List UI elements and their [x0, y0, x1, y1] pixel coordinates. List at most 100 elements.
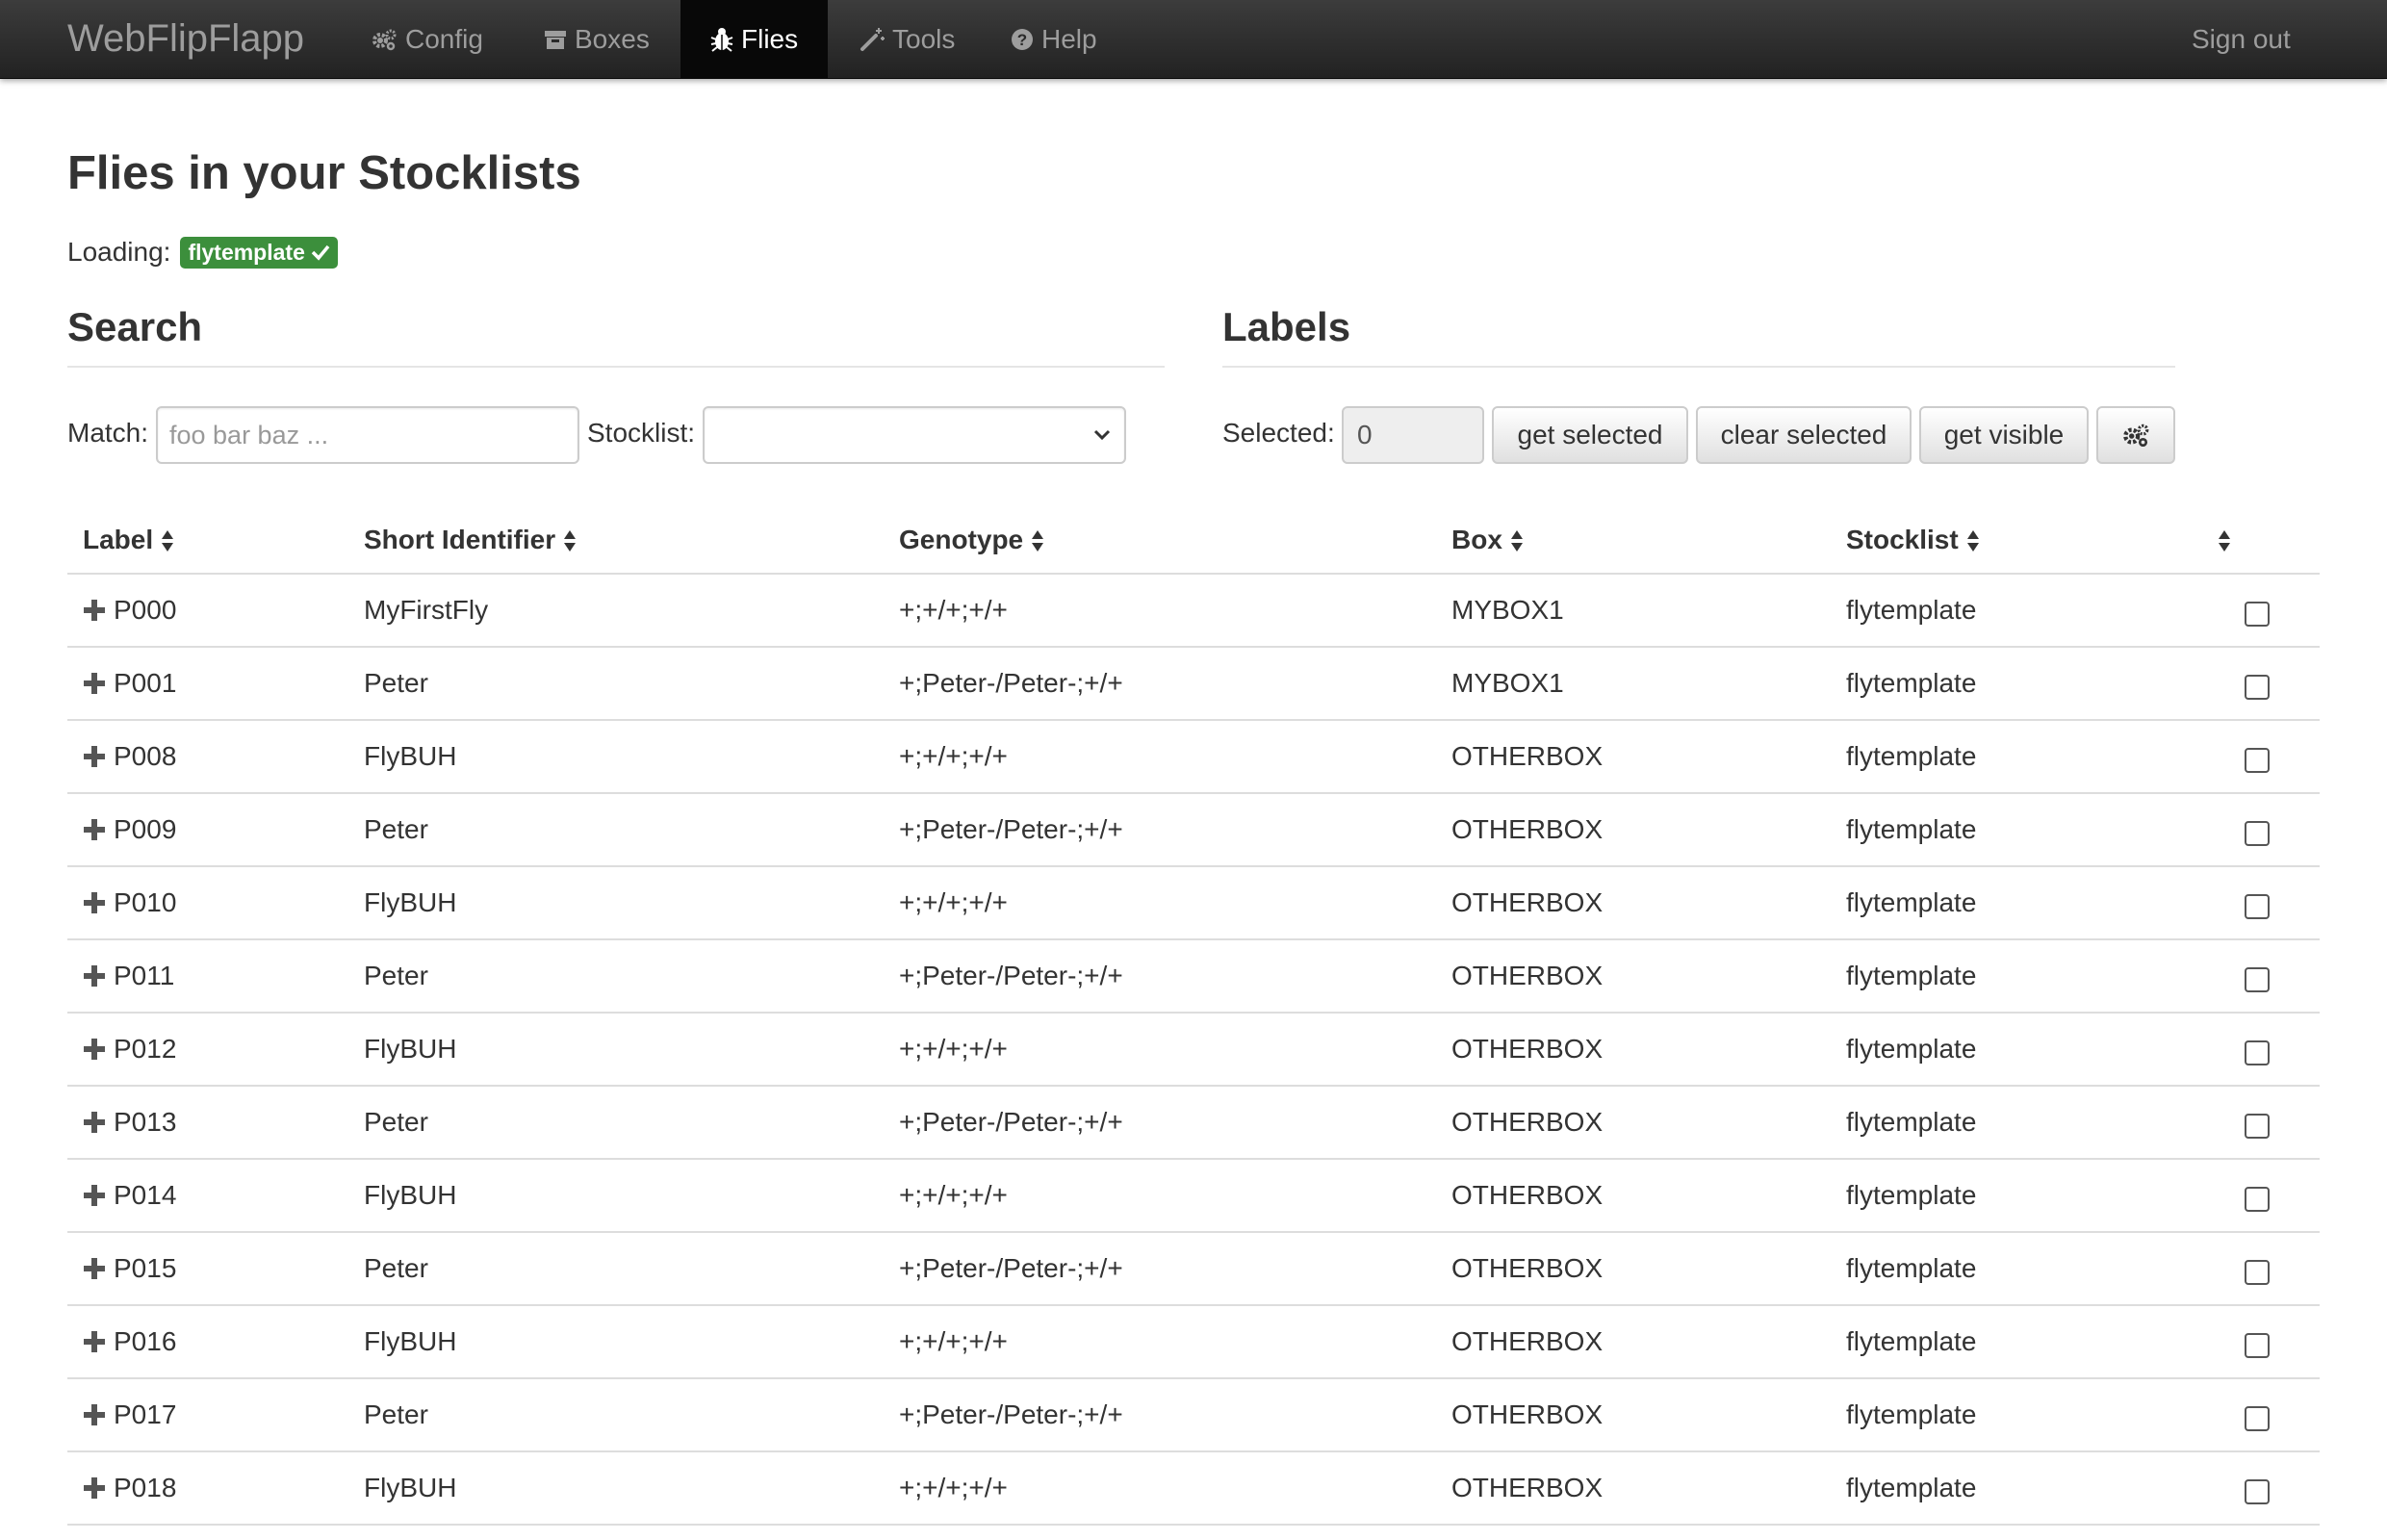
header-label[interactable]: Label — [67, 506, 348, 575]
expand-plus-icon[interactable] — [83, 1330, 106, 1353]
cell-short-identifier: Peter — [348, 939, 884, 1014]
expand-plus-icon[interactable] — [83, 745, 106, 768]
row-select-checkbox[interactable] — [2245, 893, 2270, 919]
table-row[interactable]: P018 FlyBUH +;+/+;+/+ OTHERBOX flytemplate — [67, 1451, 2320, 1526]
table-row[interactable]: P015 Peter +;Peter-/Peter-;+/+ OTHERBOX flyt… — [67, 1232, 2320, 1306]
fly-label: P014 — [114, 1180, 177, 1210]
cell-short-identifier: FlyBUH — [348, 1159, 884, 1233]
nav-config[interactable]: Config — [341, 0, 513, 79]
table-row[interactable]: P012 FlyBUH +;+/+;+/+ OTHERBOX flytemplate — [67, 1013, 2320, 1087]
nav-flies[interactable]: Flies — [680, 0, 829, 79]
row-select-checkbox[interactable] — [2245, 1040, 2270, 1065]
cell-stocklist: flytemplate — [1831, 1451, 2194, 1526]
expand-plus-icon[interactable] — [83, 1257, 106, 1280]
cell-box: OTHERBOX — [1436, 793, 1831, 867]
row-select-checkbox[interactable] — [2245, 747, 2270, 773]
cell-label: P012 — [67, 1013, 348, 1087]
cell-short-identifier: Peter — [348, 1232, 884, 1306]
table-row[interactable]: P008 FlyBUH +;+/+;+/+ OTHERBOX flytemplate — [67, 720, 2320, 794]
row-select-checkbox[interactable] — [2245, 674, 2270, 700]
sign-out-link[interactable]: Sign out — [2162, 0, 2321, 79]
label-settings-button[interactable] — [2096, 406, 2175, 464]
get-selected-button[interactable]: get selected — [1492, 406, 1688, 464]
row-select-checkbox[interactable] — [2245, 820, 2270, 846]
get-visible-button[interactable]: get visible — [1919, 406, 2089, 464]
header-genotype[interactable]: Genotype — [884, 506, 1436, 575]
cell-genotype: +;Peter-/Peter-;+/+ — [884, 793, 1436, 867]
row-select-checkbox[interactable] — [2245, 1186, 2270, 1212]
selected-count-field: 0 — [1342, 406, 1484, 464]
expand-plus-icon[interactable] — [83, 891, 106, 914]
row-select-checkbox[interactable] — [2245, 1405, 2270, 1431]
cell-box: OTHERBOX — [1436, 1451, 1831, 1526]
cell-label: P010 — [67, 866, 348, 940]
cell-box: OTHERBOX — [1436, 866, 1831, 940]
fly-label: P000 — [114, 595, 177, 625]
header-short-identifier[interactable]: Short Identifier — [348, 506, 884, 575]
expand-plus-icon[interactable] — [83, 1038, 106, 1061]
table-body: P000 MyFirstFly +;+/+;+/+ MYBOX1 flytemplate… — [67, 574, 2320, 1526]
row-select-checkbox[interactable] — [2245, 601, 2270, 627]
row-select-checkbox[interactable] — [2245, 1259, 2270, 1285]
nav-help-label: Help — [1041, 24, 1097, 54]
row-select-checkbox[interactable] — [2245, 1478, 2270, 1504]
expand-plus-icon[interactable] — [83, 1476, 106, 1500]
cell-genotype: +;Peter-/Peter-;+/+ — [884, 1378, 1436, 1452]
table-row[interactable]: P014 FlyBUH +;+/+;+/+ OTHERBOX flytemplate — [67, 1159, 2320, 1233]
header-box[interactable]: Box — [1436, 506, 1831, 575]
header-box-text: Box — [1451, 524, 1502, 554]
cell-box: MYBOX1 — [1436, 574, 1831, 648]
table-row[interactable]: P011 Peter +;Peter-/Peter-;+/+ OTHERBOX flyt… — [67, 939, 2320, 1014]
row-select-checkbox[interactable] — [2245, 966, 2270, 992]
expand-plus-icon[interactable] — [83, 818, 106, 841]
archive-icon — [545, 31, 566, 49]
header-select[interactable] — [2194, 506, 2320, 575]
cell-box: OTHERBOX — [1436, 939, 1831, 1014]
table-row[interactable]: P017 Peter +;Peter-/Peter-;+/+ OTHERBOX flyt… — [67, 1378, 2320, 1452]
stocklist-label: Stocklist: — [587, 418, 696, 448]
clear-selected-button[interactable]: clear selected — [1696, 406, 1912, 464]
row-select-checkbox[interactable] — [2245, 1113, 2270, 1139]
cell-genotype: +;Peter-/Peter-;+/+ — [884, 1232, 1436, 1306]
nav-help[interactable]: ? Help — [981, 0, 1127, 79]
cell-label: P009 — [67, 793, 348, 867]
expand-plus-icon[interactable] — [83, 672, 106, 695]
nav-tools[interactable]: Tools — [830, 0, 985, 79]
sort-icon — [1032, 530, 1044, 552]
table-row[interactable]: P000 MyFirstFly +;+/+;+/+ MYBOX1 flytemplate — [67, 574, 2320, 648]
expand-plus-icon[interactable] — [83, 1184, 106, 1207]
fly-label: P008 — [114, 741, 177, 771]
stocklist-select[interactable] — [703, 406, 1126, 464]
table-row[interactable]: P013 Peter +;Peter-/Peter-;+/+ OTHERBOX flyt… — [67, 1086, 2320, 1160]
table-row[interactable]: P016 FlyBUH +;+/+;+/+ OTHERBOX flytemplate — [67, 1305, 2320, 1379]
cell-stocklist: flytemplate — [1831, 1378, 2194, 1452]
match-input[interactable] — [156, 406, 579, 464]
cell-genotype: +;+/+;+/+ — [884, 1305, 1436, 1379]
nav-boxes[interactable]: Boxes — [514, 0, 680, 79]
fly-label: P001 — [114, 668, 177, 698]
expand-plus-icon[interactable] — [83, 1111, 106, 1134]
cell-genotype: +;+/+;+/+ — [884, 1451, 1436, 1526]
page-title: Flies in your Stocklists — [67, 147, 581, 199]
table-row[interactable]: P009 Peter +;Peter-/Peter-;+/+ OTHERBOX flyt… — [67, 793, 2320, 867]
header-stocklist[interactable]: Stocklist — [1831, 506, 2194, 575]
cell-stocklist: flytemplate — [1831, 866, 2194, 940]
cell-box: OTHERBOX — [1436, 1159, 1831, 1233]
expand-plus-icon[interactable] — [83, 599, 106, 622]
brand-logo[interactable]: WebFlipFlapp — [67, 0, 304, 79]
header-stocklist-text: Stocklist — [1846, 524, 1959, 554]
cell-box: OTHERBOX — [1436, 1086, 1831, 1160]
cell-genotype: +;Peter-/Peter-;+/+ — [884, 1086, 1436, 1160]
table-row[interactable]: P010 FlyBUH +;+/+;+/+ OTHERBOX flytemplate — [67, 866, 2320, 940]
expand-plus-icon[interactable] — [83, 1403, 106, 1426]
cell-stocklist: flytemplate — [1831, 1305, 2194, 1379]
cell-short-identifier: FlyBUH — [348, 1451, 884, 1526]
flies-table: Label Short Identifier Genotype Box Stoc… — [67, 506, 2320, 1526]
cell-stocklist: flytemplate — [1831, 1159, 2194, 1233]
fly-label: P018 — [114, 1473, 177, 1502]
expand-plus-icon[interactable] — [83, 964, 106, 988]
table-row[interactable]: P001 Peter +;Peter-/Peter-;+/+ MYBOX1 flytem… — [67, 647, 2320, 721]
magic-wand-icon — [860, 28, 885, 51]
row-select-checkbox[interactable] — [2245, 1332, 2270, 1358]
chevron-down-icon — [1093, 429, 1111, 441]
